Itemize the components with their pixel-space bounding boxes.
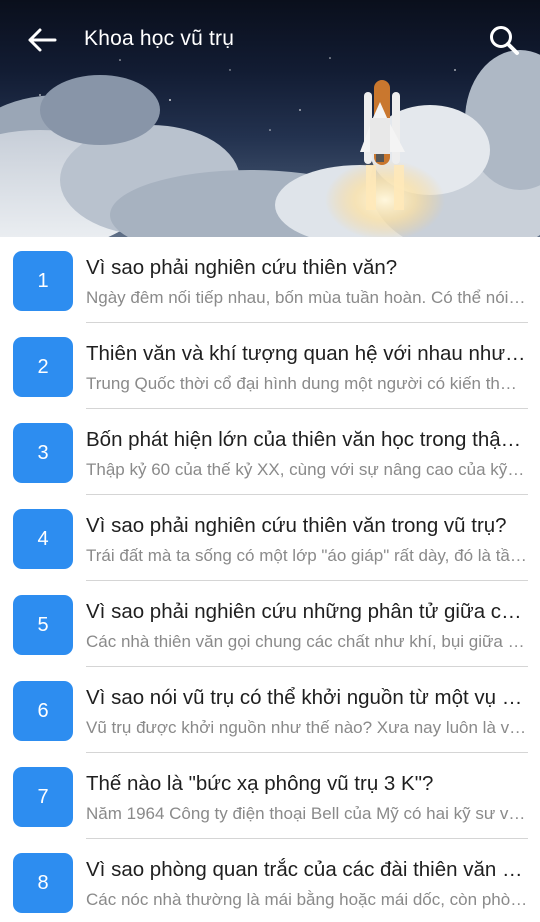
page-title: Khoa học vũ trụ	[84, 27, 235, 50]
item-subtitle: Các nóc nhà thường là mái bằng hoặc mái …	[86, 890, 528, 909]
item-subtitle: Trung Quốc thời cổ đại hình dung một ngư…	[86, 374, 528, 393]
item-number-badge: 1	[13, 251, 73, 311]
item-number-badge: 7	[13, 767, 73, 827]
item-title: Thiên văn và khí tượng quan hệ với nhau …	[86, 342, 528, 365]
item-number-badge: 3	[13, 423, 73, 483]
item-number-badge: 2	[13, 337, 73, 397]
list-item[interactable]: 3 Bốn phát hiện lớn của thiên văn học tr…	[0, 409, 540, 495]
item-title: Vì sao phải nghiên cứu thiên văn trong v…	[86, 514, 507, 537]
item-subtitle: Các nhà thiên văn gọi chung các chất như…	[86, 632, 528, 651]
search-icon	[490, 26, 519, 55]
item-title: Bốn phát hiện lớn của thiên văn học tron…	[86, 428, 528, 451]
item-title: Vì sao nói vũ trụ có thể khởi nguồn từ m…	[86, 686, 528, 709]
item-title: Vì sao phải nghiên cứu thiên văn?	[86, 256, 398, 279]
search-button[interactable]	[482, 18, 526, 62]
item-subtitle: Trái đất mà ta sống có một lớp "áo giáp"…	[86, 546, 528, 565]
list-item[interactable]: 6 Vì sao nói vũ trụ có thể khởi nguồn từ…	[0, 667, 540, 753]
item-number-badge: 5	[13, 595, 73, 655]
list-item[interactable]: 8 Vì sao phòng quan trắc của các đài thi…	[0, 839, 540, 922]
back-button[interactable]	[18, 20, 66, 60]
list-item[interactable]: 1 Vì sao phải nghiên cứu thiên văn? Ngày…	[0, 237, 540, 323]
item-number-badge: 6	[13, 681, 73, 741]
header-banner: Khoa học vũ trụ	[0, 0, 540, 237]
item-subtitle: Ngày đêm nối tiếp nhau, bốn mùa tuần hoà…	[86, 288, 528, 307]
item-title: Vì sao phòng quan trắc của các đài thiên…	[86, 858, 528, 881]
list-item[interactable]: 7 Thế nào là "bức xạ phông vũ trụ 3 K"? …	[0, 753, 540, 839]
item-title: Vì sao phải nghiên cứu những phân tử giữ…	[86, 600, 528, 623]
top-app-bar: Khoa học vũ trụ	[0, 0, 540, 80]
list-item[interactable]: 5 Vì sao phải nghiên cứu những phân tử g…	[0, 581, 540, 667]
article-list: 1 Vì sao phải nghiên cứu thiên văn? Ngày…	[0, 237, 540, 922]
arrow-left-icon	[28, 28, 57, 52]
item-subtitle: Vũ trụ được khởi nguồn như thế nào? Xưa …	[86, 718, 528, 737]
item-number-badge: 8	[13, 853, 73, 913]
item-number-badge: 4	[13, 509, 73, 569]
list-item[interactable]: 2 Thiên văn và khí tượng quan hệ với nha…	[0, 323, 540, 409]
item-subtitle: Năm 1964 Công ty điện thoại Bell của Mỹ …	[86, 804, 528, 823]
item-title: Thế nào là "bức xạ phông vũ trụ 3 K"?	[86, 772, 434, 795]
item-subtitle: Thập kỷ 60 của thế kỷ XX, cùng với sự nâ…	[86, 460, 528, 479]
list-item[interactable]: 4 Vì sao phải nghiên cứu thiên văn trong…	[0, 495, 540, 581]
